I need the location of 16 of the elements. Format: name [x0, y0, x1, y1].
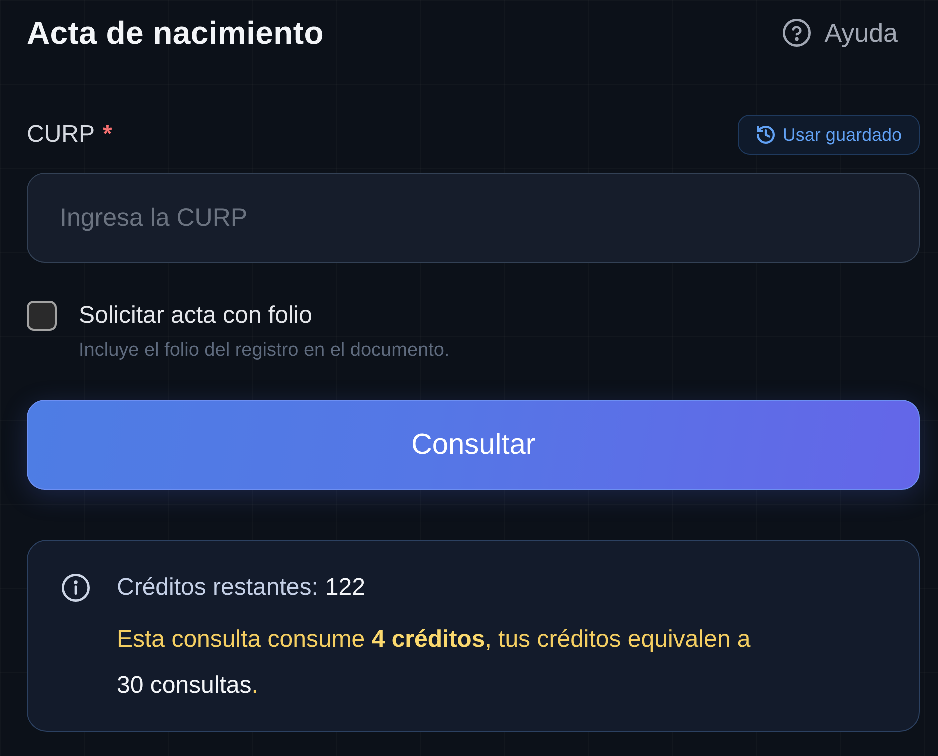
hint-text: Incluye el folio del registro en el documento. — [79, 340, 451, 362]
help-icon — [782, 19, 811, 47]
page-title: Acta de nacimiento — [27, 14, 324, 52]
info-icon — [62, 574, 90, 602]
field-label: CURP — [27, 121, 96, 149]
curp-input-field[interactable]: Ingresa la CURP — [27, 173, 920, 263]
use-saved-button[interactable]: Usar guardado — [738, 115, 920, 155]
credits-value: 122 — [325, 573, 366, 603]
submit-button[interactable]: Consultar — [27, 400, 920, 490]
notice-text: Esta consulta consume 4 créditos, tus créditos equivalen a 30 consultas. — [117, 625, 752, 701]
credits-label: Créditos restantes: — [117, 573, 318, 603]
checkbox-label: Solicitar acta con folio — [79, 301, 314, 331]
required-mark: * — [103, 121, 112, 149]
folio-checkbox[interactable] — [27, 301, 57, 331]
help-link[interactable]: Ayuda — [782, 18, 898, 48]
history-icon — [756, 126, 775, 144]
